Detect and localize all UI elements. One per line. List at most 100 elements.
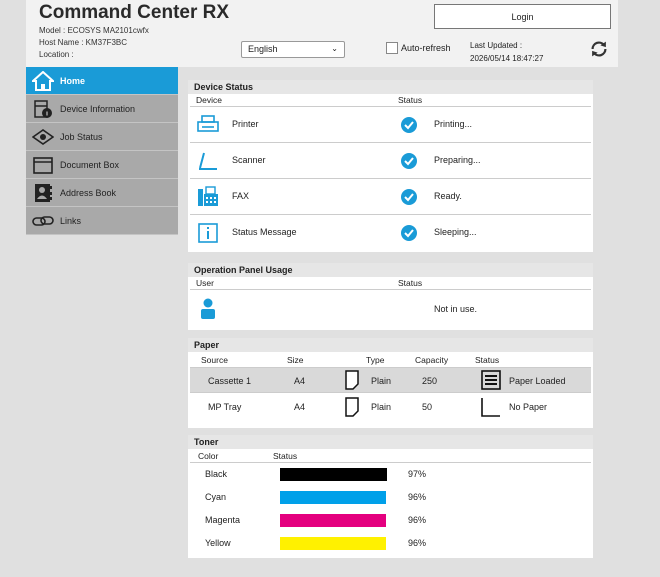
toner-color: Yellow [205,538,231,548]
toner-bar [280,468,390,481]
toner-bar [280,537,390,550]
paper-title: Paper [188,338,593,352]
paper-loaded-icon [481,370,501,390]
col-capacity: Capacity [415,355,449,365]
col-source: Source [201,355,228,365]
sidebar-item-label: Address Book [60,187,117,198]
col-type: Type [366,355,385,365]
toner-header: Color Status [190,449,591,463]
paper-panel: Paper Source Size Type Capacity Status C… [188,338,593,428]
printer-icon [197,115,219,132]
usage-status: Not in use. [434,304,478,314]
user-icon [201,298,215,319]
toner-percent: 97% [408,469,427,479]
address-book-icon [26,183,60,203]
check-icon [401,225,417,241]
home-icon [26,70,60,91]
toner-level-fill [280,491,386,504]
toner-level-fill [280,468,387,481]
sidebar-item-label: Job Status [60,131,103,142]
model-label: Model : ECOSYS MA2101cwfx [39,26,149,35]
fax-icon [198,186,218,206]
toner-row-cyan: Cyan 96% [190,486,591,509]
toner-bar [280,514,390,527]
paper-row-cassette-1: Cassette 1 A4 Plain 250 Paper Loaded [190,368,591,393]
device-row-status-message: Status Message Sleeping... [190,215,591,251]
toner-percent: 96% [408,515,427,525]
col-user: User [196,278,214,288]
toner-bar [280,491,390,504]
header: Command Center RX Model : ECOSYS MA2101c… [26,0,618,67]
paper-type: Plain [371,402,392,412]
login-button[interactable]: Login [434,4,611,29]
paper-sheet-icon [345,370,359,390]
device-row-printer: Printer Printing... [190,107,591,143]
paper-row-mp-tray: MP Tray A4 Plain 50 No Paper [190,393,591,421]
device-name: Scanner [232,155,266,165]
toner-color: Magenta [205,515,241,525]
link-icon [26,211,60,231]
auto-refresh-checkbox[interactable] [386,42,398,54]
sidebar-item-label: Document Box [60,159,120,170]
col-status: Status [398,278,423,288]
device-status-header: Device Status [190,94,591,107]
toner-color: Black [205,469,228,479]
paper-capacity: 50 [422,402,433,412]
sidebar-item-address-book[interactable]: Address Book [26,179,178,207]
device-status-title: Device Status [188,80,593,94]
device-status: Preparing... [434,155,481,165]
sidebar-item-home[interactable]: Home [26,67,178,95]
folder-icon [26,155,60,175]
col-status: Status [475,355,500,365]
sidebar-item-device-information[interactable]: Device Information [26,95,178,123]
device-status: Sleeping... [434,227,477,237]
device-info-icon [26,99,60,119]
col-size: Size [287,355,304,365]
eye-icon [26,127,60,147]
check-icon [401,189,417,205]
paper-type: Plain [371,376,392,386]
toner-panel: Toner Color Status Black 97% Cyan 96% Ma… [188,435,593,558]
sidebar-item-label: Home [60,75,86,86]
refresh-icon[interactable] [588,38,610,60]
toner-row-black: Black 97% [190,463,591,486]
paper-source: Cassette 1 [208,376,252,386]
paper-size: A4 [294,402,306,412]
chevron-down-icon: ⌄ [331,44,338,53]
sidebar-item-label: Links [60,215,82,226]
auto-refresh-toggle[interactable]: Auto-refresh [386,42,451,54]
toner-level-fill [280,537,386,550]
paper-size: A4 [294,376,306,386]
device-name: FAX [232,191,250,201]
sidebar-item-label: Device Information [60,103,136,114]
toner-color: Cyan [205,492,227,502]
sidebar-item-links[interactable]: Links [26,207,178,235]
device-status: Ready. [434,191,462,201]
paper-status: No Paper [509,402,548,412]
device-row-scanner: Scanner Preparing... [190,143,591,179]
check-icon [401,117,417,133]
language-select[interactable]: English ⌄ [241,41,345,58]
usage-row: Not in use. [190,290,591,328]
device-name: Status Message [232,227,297,237]
usage-header: User Status [190,277,591,290]
device-name: Printer [232,119,259,129]
toner-percent: 96% [408,538,427,548]
toner-title: Toner [188,435,593,449]
col-status: Status [273,451,298,461]
language-value: English [248,44,278,54]
last-updated: Last Updated : 2026/05/14 18:47:27 [470,39,543,65]
col-status: Status [398,95,423,105]
last-updated-label: Last Updated : [470,41,523,50]
paper-source: MP Tray [208,402,242,412]
col-device: Device [196,95,222,105]
sidebar-item-job-status[interactable]: Job Status [26,123,178,151]
sidebar-item-document-box[interactable]: Document Box [26,151,178,179]
toner-percent: 96% [408,492,427,502]
app-title: Command Center RX [39,2,230,23]
col-color: Color [198,451,219,461]
toner-row-magenta: Magenta 96% [190,509,591,532]
device-status-panel: Device Status Device Status Printer Prin… [188,80,593,252]
host-name-label: Host Name : KM37F3BC [39,38,128,47]
scanner-icon [199,152,217,170]
